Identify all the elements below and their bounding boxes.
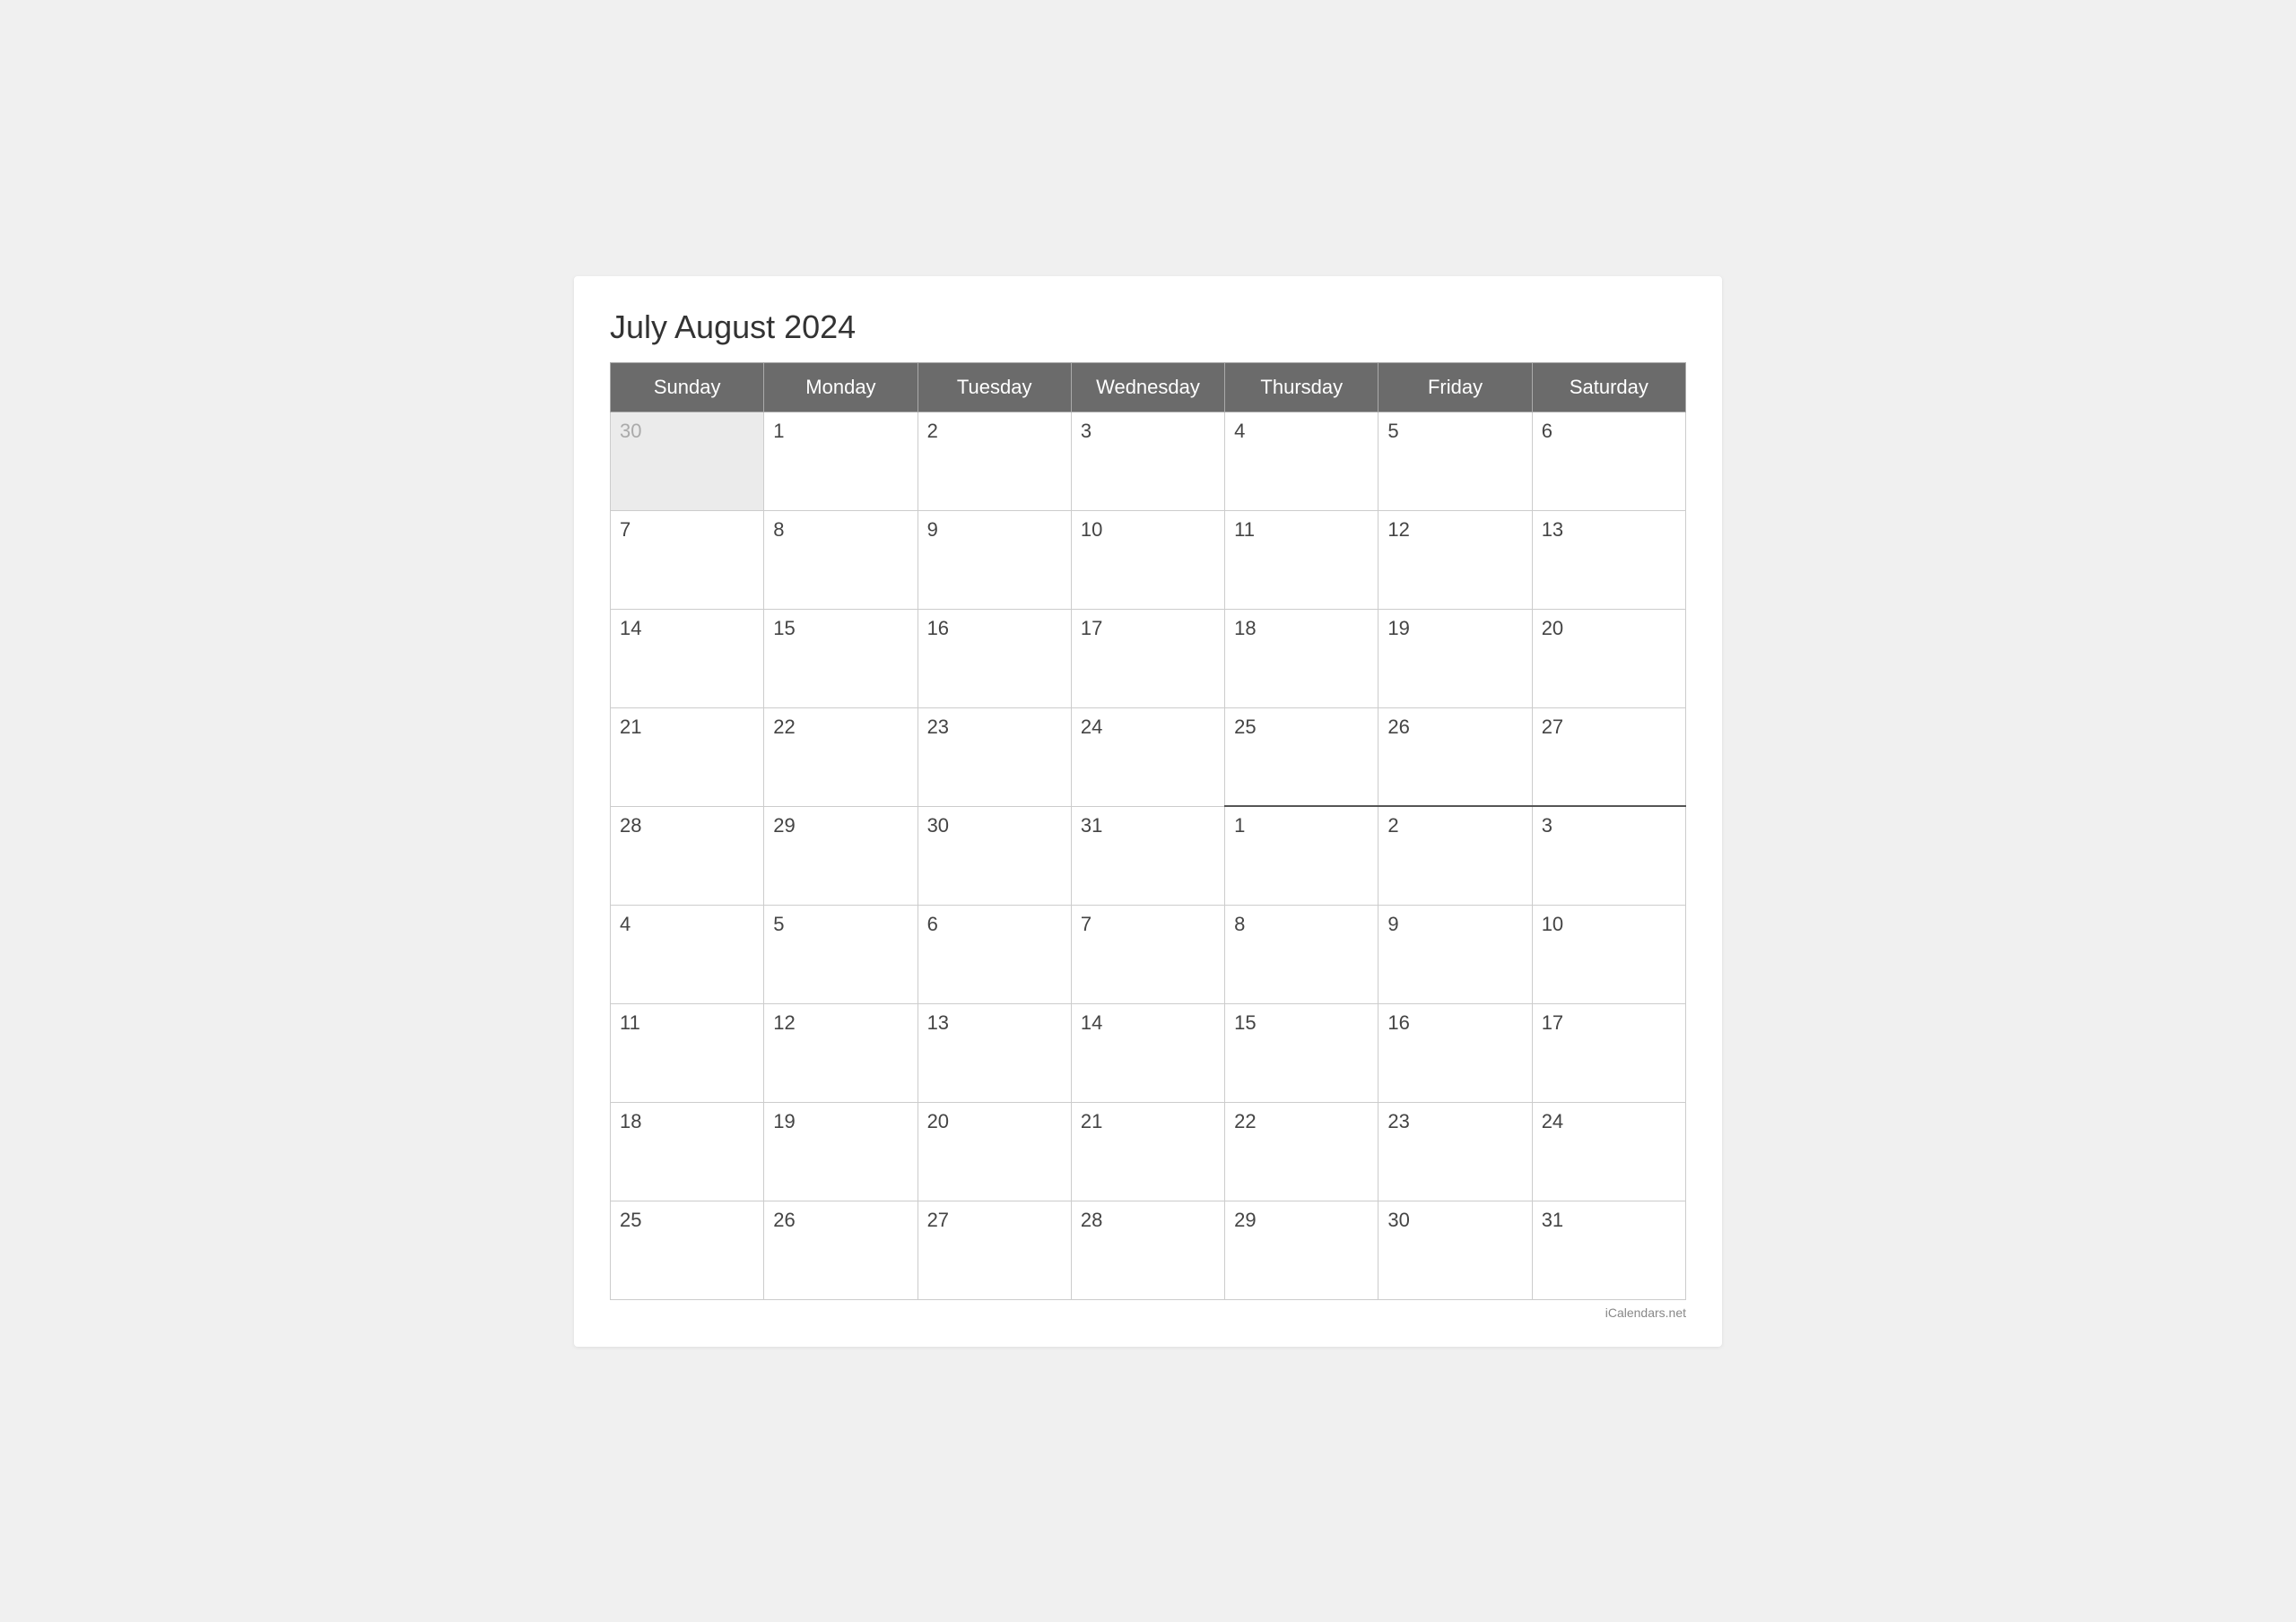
day-cell[interactable]: 31 xyxy=(1071,806,1224,905)
day-cell[interactable]: 17 xyxy=(1532,1003,1685,1102)
calendar-container: July August 2024 SundayMondayTuesdayWedn… xyxy=(574,276,1722,1347)
day-cell[interactable]: 5 xyxy=(1378,412,1532,510)
day-cell[interactable]: 12 xyxy=(1378,510,1532,609)
header-cell-saturday: Saturday xyxy=(1532,362,1685,412)
day-cell[interactable]: 4 xyxy=(1225,412,1378,510)
day-cell[interactable]: 27 xyxy=(918,1201,1071,1299)
header-cell-wednesday: Wednesday xyxy=(1071,362,1224,412)
day-cell[interactable]: 17 xyxy=(1071,609,1224,707)
day-cell[interactable]: 27 xyxy=(1532,707,1685,806)
day-cell[interactable]: 4 xyxy=(611,905,764,1003)
header-row: SundayMondayTuesdayWednesdayThursdayFrid… xyxy=(611,362,1686,412)
day-cell[interactable]: 20 xyxy=(918,1102,1071,1201)
day-cell[interactable]: 10 xyxy=(1071,510,1224,609)
day-cell[interactable]: 14 xyxy=(1071,1003,1224,1102)
day-cell[interactable]: 15 xyxy=(1225,1003,1378,1102)
day-cell[interactable]: 22 xyxy=(764,707,918,806)
header-cell-monday: Monday xyxy=(764,362,918,412)
header-cell-tuesday: Tuesday xyxy=(918,362,1071,412)
week-row-8: 25262728293031 xyxy=(611,1201,1686,1299)
day-cell[interactable]: 25 xyxy=(611,1201,764,1299)
day-cell[interactable]: 30 xyxy=(611,412,764,510)
day-cell[interactable]: 18 xyxy=(611,1102,764,1201)
day-cell[interactable]: 29 xyxy=(1225,1201,1378,1299)
day-cell[interactable]: 31 xyxy=(1532,1201,1685,1299)
day-cell[interactable]: 1 xyxy=(764,412,918,510)
day-cell[interactable]: 14 xyxy=(611,609,764,707)
week-row-3: 21222324252627 xyxy=(611,707,1686,806)
calendar-title: July August 2024 xyxy=(610,308,1686,346)
day-cell[interactable]: 19 xyxy=(764,1102,918,1201)
day-cell[interactable]: 26 xyxy=(1378,707,1532,806)
week-row-0: 30123456 xyxy=(611,412,1686,510)
header-cell-friday: Friday xyxy=(1378,362,1532,412)
day-cell[interactable]: 29 xyxy=(764,806,918,905)
day-cell[interactable]: 10 xyxy=(1532,905,1685,1003)
day-cell[interactable]: 25 xyxy=(1225,707,1378,806)
week-row-7: 18192021222324 xyxy=(611,1102,1686,1201)
day-cell[interactable]: 6 xyxy=(1532,412,1685,510)
day-cell[interactable]: 16 xyxy=(918,609,1071,707)
day-cell[interactable]: 24 xyxy=(1071,707,1224,806)
header-cell-thursday: Thursday xyxy=(1225,362,1378,412)
day-cell[interactable]: 2 xyxy=(1378,806,1532,905)
day-cell[interactable]: 22 xyxy=(1225,1102,1378,1201)
day-cell[interactable]: 1 xyxy=(1225,806,1378,905)
day-cell[interactable]: 8 xyxy=(1225,905,1378,1003)
day-cell[interactable]: 9 xyxy=(918,510,1071,609)
day-cell[interactable]: 3 xyxy=(1071,412,1224,510)
calendar-body: 3012345678910111213141516171819202122232… xyxy=(611,412,1686,1299)
week-row-6: 11121314151617 xyxy=(611,1003,1686,1102)
day-cell[interactable]: 12 xyxy=(764,1003,918,1102)
watermark: iCalendars.net xyxy=(610,1305,1686,1320)
day-cell[interactable]: 18 xyxy=(1225,609,1378,707)
day-cell[interactable]: 7 xyxy=(611,510,764,609)
day-cell[interactable]: 13 xyxy=(918,1003,1071,1102)
calendar-table: SundayMondayTuesdayWednesdayThursdayFrid… xyxy=(610,362,1686,1300)
week-row-1: 78910111213 xyxy=(611,510,1686,609)
week-row-5: 45678910 xyxy=(611,905,1686,1003)
day-cell[interactable]: 28 xyxy=(611,806,764,905)
day-cell[interactable]: 23 xyxy=(1378,1102,1532,1201)
day-cell[interactable]: 6 xyxy=(918,905,1071,1003)
day-cell[interactable]: 19 xyxy=(1378,609,1532,707)
day-cell[interactable]: 21 xyxy=(1071,1102,1224,1201)
day-cell[interactable]: 9 xyxy=(1378,905,1532,1003)
day-cell[interactable]: 11 xyxy=(611,1003,764,1102)
calendar-header: SundayMondayTuesdayWednesdayThursdayFrid… xyxy=(611,362,1686,412)
day-cell[interactable]: 15 xyxy=(764,609,918,707)
day-cell[interactable]: 2 xyxy=(918,412,1071,510)
day-cell[interactable]: 26 xyxy=(764,1201,918,1299)
day-cell[interactable]: 3 xyxy=(1532,806,1685,905)
day-cell[interactable]: 7 xyxy=(1071,905,1224,1003)
day-cell[interactable]: 30 xyxy=(918,806,1071,905)
header-cell-sunday: Sunday xyxy=(611,362,764,412)
day-cell[interactable]: 21 xyxy=(611,707,764,806)
day-cell[interactable]: 13 xyxy=(1532,510,1685,609)
day-cell[interactable]: 11 xyxy=(1225,510,1378,609)
week-row-4: 28293031123 xyxy=(611,806,1686,905)
day-cell[interactable]: 8 xyxy=(764,510,918,609)
week-row-2: 14151617181920 xyxy=(611,609,1686,707)
day-cell[interactable]: 24 xyxy=(1532,1102,1685,1201)
day-cell[interactable]: 28 xyxy=(1071,1201,1224,1299)
day-cell[interactable]: 23 xyxy=(918,707,1071,806)
day-cell[interactable]: 16 xyxy=(1378,1003,1532,1102)
day-cell[interactable]: 20 xyxy=(1532,609,1685,707)
day-cell[interactable]: 30 xyxy=(1378,1201,1532,1299)
day-cell[interactable]: 5 xyxy=(764,905,918,1003)
